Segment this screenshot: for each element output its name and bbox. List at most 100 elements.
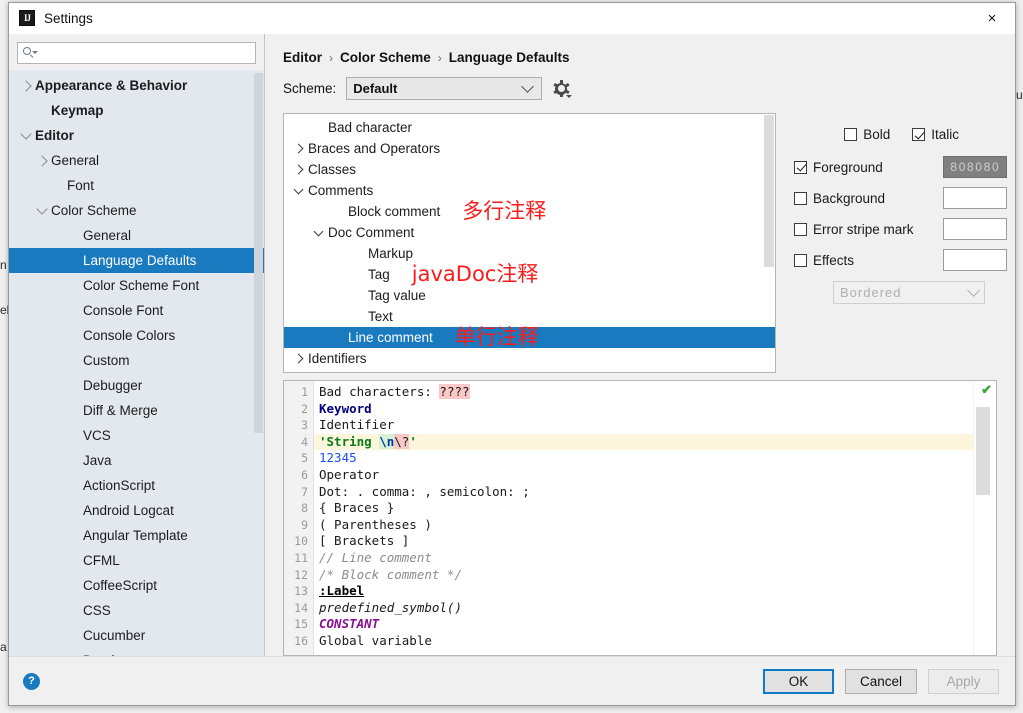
color-swatch[interactable]: 808080 — [943, 156, 1007, 178]
sidebar-item-java[interactable]: Java — [9, 448, 264, 473]
sidebar-item-label: Cucumber — [83, 628, 146, 643]
effects-type-dropdown[interactable]: Bordered — [833, 281, 985, 304]
checkbox-box[interactable] — [794, 222, 807, 236]
code-preview[interactable]: 1 2 3 4 5 6 7 8 9 10 11 12 13 14 15 16 Bad characters: … — [283, 380, 997, 656]
scheme-tree-item-bad-character[interactable]: Bad character — [284, 117, 775, 138]
chevron-down-icon[interactable] — [288, 184, 308, 196]
sidebar-item-general[interactable]: General — [9, 223, 264, 248]
chevron-right-icon[interactable] — [288, 164, 308, 175]
checkbox-box[interactable] — [794, 160, 807, 174]
code-lines[interactable]: Bad characters: ???? Keyword Identifier 'St… — [314, 381, 996, 655]
sidebar-item-general[interactable]: General — [9, 148, 264, 173]
preview-scrollbar-thumb[interactable] — [976, 407, 990, 495]
checkbox-background[interactable]: Background — [794, 191, 943, 206]
checkbox-box[interactable] — [794, 253, 807, 267]
sidebar-tree-scroll: Appearance & Behavior Keymap Editor General… — [9, 70, 264, 656]
scheme-tree-item-text[interactable]: Text — [284, 306, 775, 327]
scheme-dropdown[interactable]: Default — [346, 77, 543, 100]
sidebar-item-coffeescript[interactable]: CoffeeScript — [9, 573, 264, 598]
color-scheme-tree-scrollbar-thumb[interactable] — [764, 115, 774, 267]
chevron-down-icon[interactable] — [308, 226, 328, 238]
sidebar-item-keymap[interactable]: Keymap — [9, 98, 264, 123]
search-input[interactable] — [39, 45, 250, 61]
sidebar-scrollbar-thumb[interactable] — [254, 73, 263, 433]
sidebar-scrollbar[interactable] — [254, 73, 263, 654]
checkbox-effects[interactable]: Effects — [794, 253, 943, 268]
checkbox-bold[interactable]: Bold — [844, 127, 890, 142]
sidebar-item-diff-merge[interactable]: Diff & Merge — [9, 398, 264, 423]
code-token: Operator — [319, 466, 380, 482]
chevron-right-icon[interactable] — [288, 353, 308, 364]
sidebar-item-console-font[interactable]: Console Font — [9, 298, 264, 323]
code-line: ( Parentheses ) — [314, 517, 996, 534]
breadcrumb-item[interactable]: Editor — [283, 50, 322, 65]
background-text-fragment: u — [1016, 88, 1023, 102]
chevron-right-icon[interactable] — [33, 154, 51, 167]
sidebar-item-console-colors[interactable]: Console Colors — [9, 323, 264, 348]
cancel-button[interactable]: Cancel — [844, 668, 917, 694]
sidebar-item-android-logcat[interactable]: Android Logcat — [9, 498, 264, 523]
scheme-tree-item-markup[interactable]: Markup — [284, 243, 775, 264]
sidebar-item-label: Debugger — [83, 378, 143, 393]
checkbox-error-stripe-mark[interactable]: Error stripe mark — [794, 222, 943, 237]
breadcrumb-item[interactable]: Color Scheme — [340, 50, 431, 65]
annotation-text: 多行注释 — [462, 199, 547, 223]
color-swatch[interactable] — [943, 187, 1007, 209]
sidebar-item-vcs[interactable]: VCS — [9, 423, 264, 448]
line-number: 6 — [301, 467, 308, 482]
checkbox-label: Foreground — [813, 159, 883, 175]
search-box[interactable] — [17, 42, 256, 64]
scheme-tree-item-block-comment[interactable]: Block comment 多行注释 — [284, 201, 775, 222]
scheme-tree-item-label: Line comment — [348, 330, 433, 345]
sidebar-item-color-scheme-font[interactable]: Color Scheme Font — [9, 273, 264, 298]
apply-button[interactable]: Apply — [928, 668, 999, 694]
scheme-tree-item-classes[interactable]: Classes — [284, 159, 775, 180]
sidebar-item-editor[interactable]: Editor — [9, 123, 264, 148]
color-swatch[interactable] — [943, 218, 1007, 240]
sidebar-item-font[interactable]: Font — [9, 173, 264, 198]
ok-button[interactable]: OK — [762, 668, 834, 694]
sidebar-item-database[interactable]: Database — [9, 648, 264, 656]
color-swatch[interactable] — [943, 249, 1007, 271]
intellij-logo-icon: IJ — [19, 10, 35, 26]
checkbox-box[interactable] — [844, 128, 858, 141]
sidebar-item-color-scheme[interactable]: Color Scheme — [9, 198, 264, 223]
help-icon[interactable]: ? — [23, 672, 40, 690]
sidebar-item-appearance-behavior[interactable]: Appearance & Behavior — [9, 73, 264, 98]
scheme-tree-item-identifiers[interactable]: Identifiers — [284, 348, 775, 369]
gear-icon[interactable] — [552, 80, 573, 98]
scheme-tree-item-braces-and-operators[interactable]: Braces and Operators — [284, 138, 775, 159]
sidebar-item-label: Color Scheme Font — [83, 278, 200, 293]
scheme-tree-item-tag[interactable]: Tag javaDoc注释 — [284, 264, 775, 285]
checkmark-ok-icon[interactable]: ✔ — [981, 383, 992, 396]
code-token: \? — [394, 433, 410, 449]
preview-scrollbar[interactable]: ✔ — [973, 381, 996, 655]
chevron-right-icon[interactable] — [17, 79, 35, 92]
sidebar-item-css[interactable]: CSS — [9, 598, 264, 623]
chevron-down-icon[interactable] — [17, 128, 35, 141]
sidebar-item-cucumber[interactable]: Cucumber — [9, 623, 264, 648]
sidebar-item-label: CoffeeScript — [83, 578, 158, 593]
breadcrumb-item[interactable]: Language Defaults — [449, 50, 570, 65]
checkbox-box[interactable] — [912, 128, 926, 141]
checkbox-box[interactable] — [794, 191, 807, 205]
checkbox-foreground[interactable]: Foreground — [794, 160, 943, 175]
sidebar-item-cfml[interactable]: CFML — [9, 548, 264, 573]
sidebar-item-language-defaults[interactable]: Language Defaults — [9, 248, 264, 273]
attribute-row: Background — [794, 184, 1007, 212]
chevron-down-icon[interactable] — [33, 203, 51, 216]
scheme-tree-item-line-comment[interactable]: Line comment 单行注释 — [284, 327, 775, 348]
checkbox-italic[interactable]: Italic — [912, 127, 959, 142]
close-icon[interactable]: × — [969, 3, 1015, 33]
sidebar-item-debugger[interactable]: Debugger — [9, 373, 264, 398]
sidebar-item-angular-template[interactable]: Angular Template — [9, 523, 264, 548]
chevron-right-icon[interactable] — [288, 143, 308, 154]
scheme-tree-item-doc-comment[interactable]: Doc Comment — [284, 222, 775, 243]
scheme-tree-item-comments[interactable]: Comments — [284, 180, 775, 201]
color-scheme-tree-scrollbar[interactable] — [764, 115, 774, 371]
scheme-tree-item-tag-value[interactable]: Tag value — [284, 285, 775, 306]
dialog-footer: ? OK Cancel Apply — [9, 656, 1015, 705]
sidebar-item-custom[interactable]: Custom — [9, 348, 264, 373]
code-token: ???? — [439, 384, 470, 399]
sidebar-item-actionscript[interactable]: ActionScript — [9, 473, 264, 498]
